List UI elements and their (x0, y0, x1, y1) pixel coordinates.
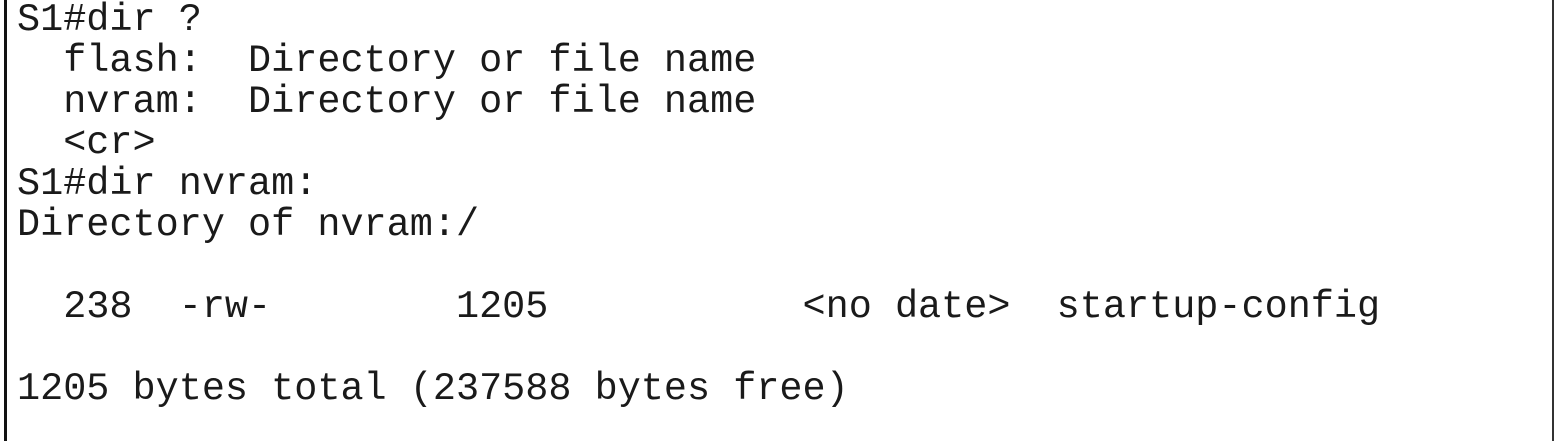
command-line-dir-help: S1#dir ? (17, 0, 202, 42)
directory-entry-startup-config: 238 -rw- 1205 <no date> startup-config (17, 285, 1381, 329)
directory-header: Directory of nvram:/ (17, 203, 480, 247)
help-option-nvram: nvram: Directory or file name (17, 80, 757, 124)
directory-summary: 1205 bytes total (237588 bytes free) (17, 367, 849, 411)
help-option-cr: <cr> (17, 121, 156, 165)
help-option-flash: flash: Directory or file name (17, 39, 757, 83)
terminal-window[interactable]: S1#dir ? flash: Directory or file name n… (4, 0, 1554, 441)
command-line-dir-nvram: S1#dir nvram: (17, 162, 318, 206)
